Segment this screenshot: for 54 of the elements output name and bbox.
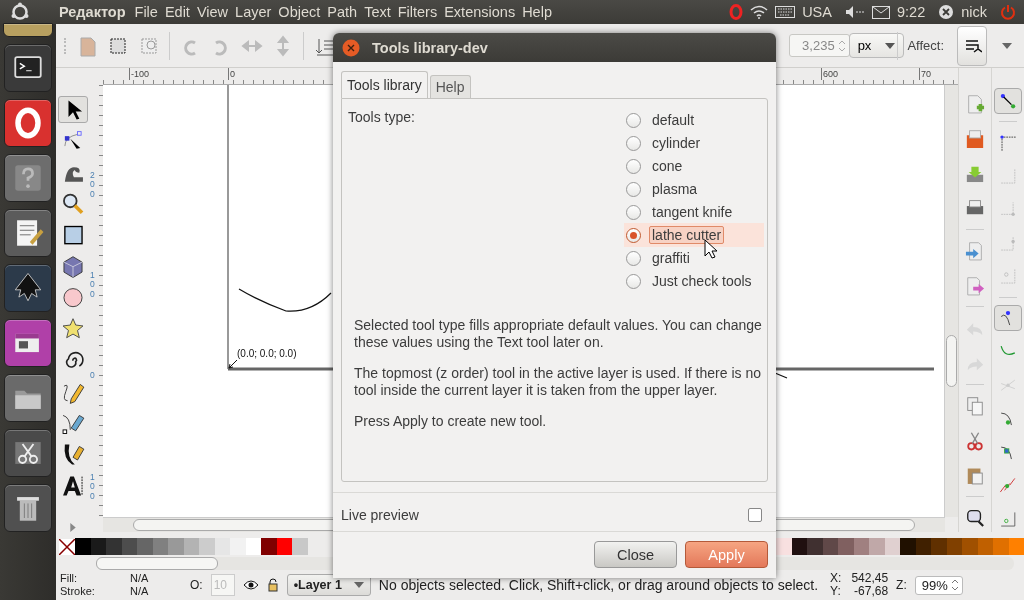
affect-label: Affect: <box>907 38 944 53</box>
menu-item[interactable]: Help <box>522 4 552 20</box>
fill-label: Fill: <box>60 572 79 585</box>
ruler-label: 200 <box>90 171 95 200</box>
stroke-value: N/A <box>130 585 150 598</box>
menu-item[interactable]: Text <box>364 4 391 20</box>
keyboard-layout[interactable]: USA <box>802 4 832 20</box>
origin-label: (0.0; 0.0; 0.0) <box>237 348 297 359</box>
menu-item[interactable]: File <box>134 4 158 20</box>
layer-dropdown[interactable]: •Layer 1 <box>286 574 371 596</box>
ruler-label: -100 <box>129 68 149 80</box>
radio-option[interactable]: plasma <box>624 177 764 201</box>
fill-value: N/A <box>130 572 150 585</box>
tools-type-label: Tools type: <box>348 109 415 127</box>
clock[interactable]: 9:22 <box>896 4 926 20</box>
close-button[interactable]: Close <box>594 541 677 568</box>
y-label: Y: <box>830 585 842 598</box>
x-value: 542,45 <box>850 572 889 585</box>
info-paragraph: The topmost (z order) tool in the active layer is used. If there is no tool inside the current layer it is taken from the upper layer. <box>354 365 762 399</box>
menu-item[interactable]: Object <box>278 4 321 20</box>
radio-option[interactable]: default <box>624 108 764 132</box>
x-label: X: <box>830 572 843 585</box>
tab[interactable]: Help <box>429 75 471 98</box>
menu-item[interactable]: Filters <box>397 4 438 20</box>
ruler-label: 100 <box>90 473 95 502</box>
y-value: -67,68 <box>853 585 889 598</box>
app-name: Редактор <box>59 4 126 20</box>
ruler-label: 0 <box>228 68 235 80</box>
menu-item[interactable]: Path <box>327 4 358 20</box>
opacity-label: O: <box>190 578 203 592</box>
radio-option[interactable]: tangent knife <box>624 200 764 224</box>
dialog-title: Tools library-dev <box>372 39 488 56</box>
user-name[interactable]: nick <box>961 4 987 20</box>
tab[interactable]: Tools library <box>341 71 428 98</box>
info-paragraph: Press Apply to create new tool. <box>354 413 548 430</box>
ruler-label: 600 <box>821 68 839 80</box>
menu-item[interactable]: Extensions <box>444 4 516 20</box>
zoom-label: Z: <box>896 578 907 592</box>
unit-dropdown[interactable]: px <box>848 33 905 58</box>
info-paragraph: Selected tool type fills appropriate default values. You can change these values using the Text tool later on. <box>354 317 763 351</box>
ruler-label: 0 <box>90 371 95 381</box>
menu-item[interactable]: View <box>196 4 229 20</box>
menu-item[interactable]: Layer <box>235 4 272 20</box>
stroke-label: Stroke: <box>60 585 96 598</box>
radio-option[interactable]: Just check tools <box>624 269 764 293</box>
radio-option[interactable]: cone <box>624 154 764 178</box>
radio-option[interactable]: cylinder <box>624 131 764 155</box>
zoom-field[interactable]: 99% <box>914 575 963 595</box>
status-message: No objects selected. Click, Shift+click, or drag around objects to select. <box>378 577 819 593</box>
ruler-label: 100 <box>90 271 95 300</box>
radio-option[interactable]: lathe cutter <box>624 223 764 247</box>
ruler-label: 70 <box>919 68 931 80</box>
radio-option[interactable]: graffiti <box>624 246 764 270</box>
menu-item[interactable]: Edit <box>164 4 190 20</box>
